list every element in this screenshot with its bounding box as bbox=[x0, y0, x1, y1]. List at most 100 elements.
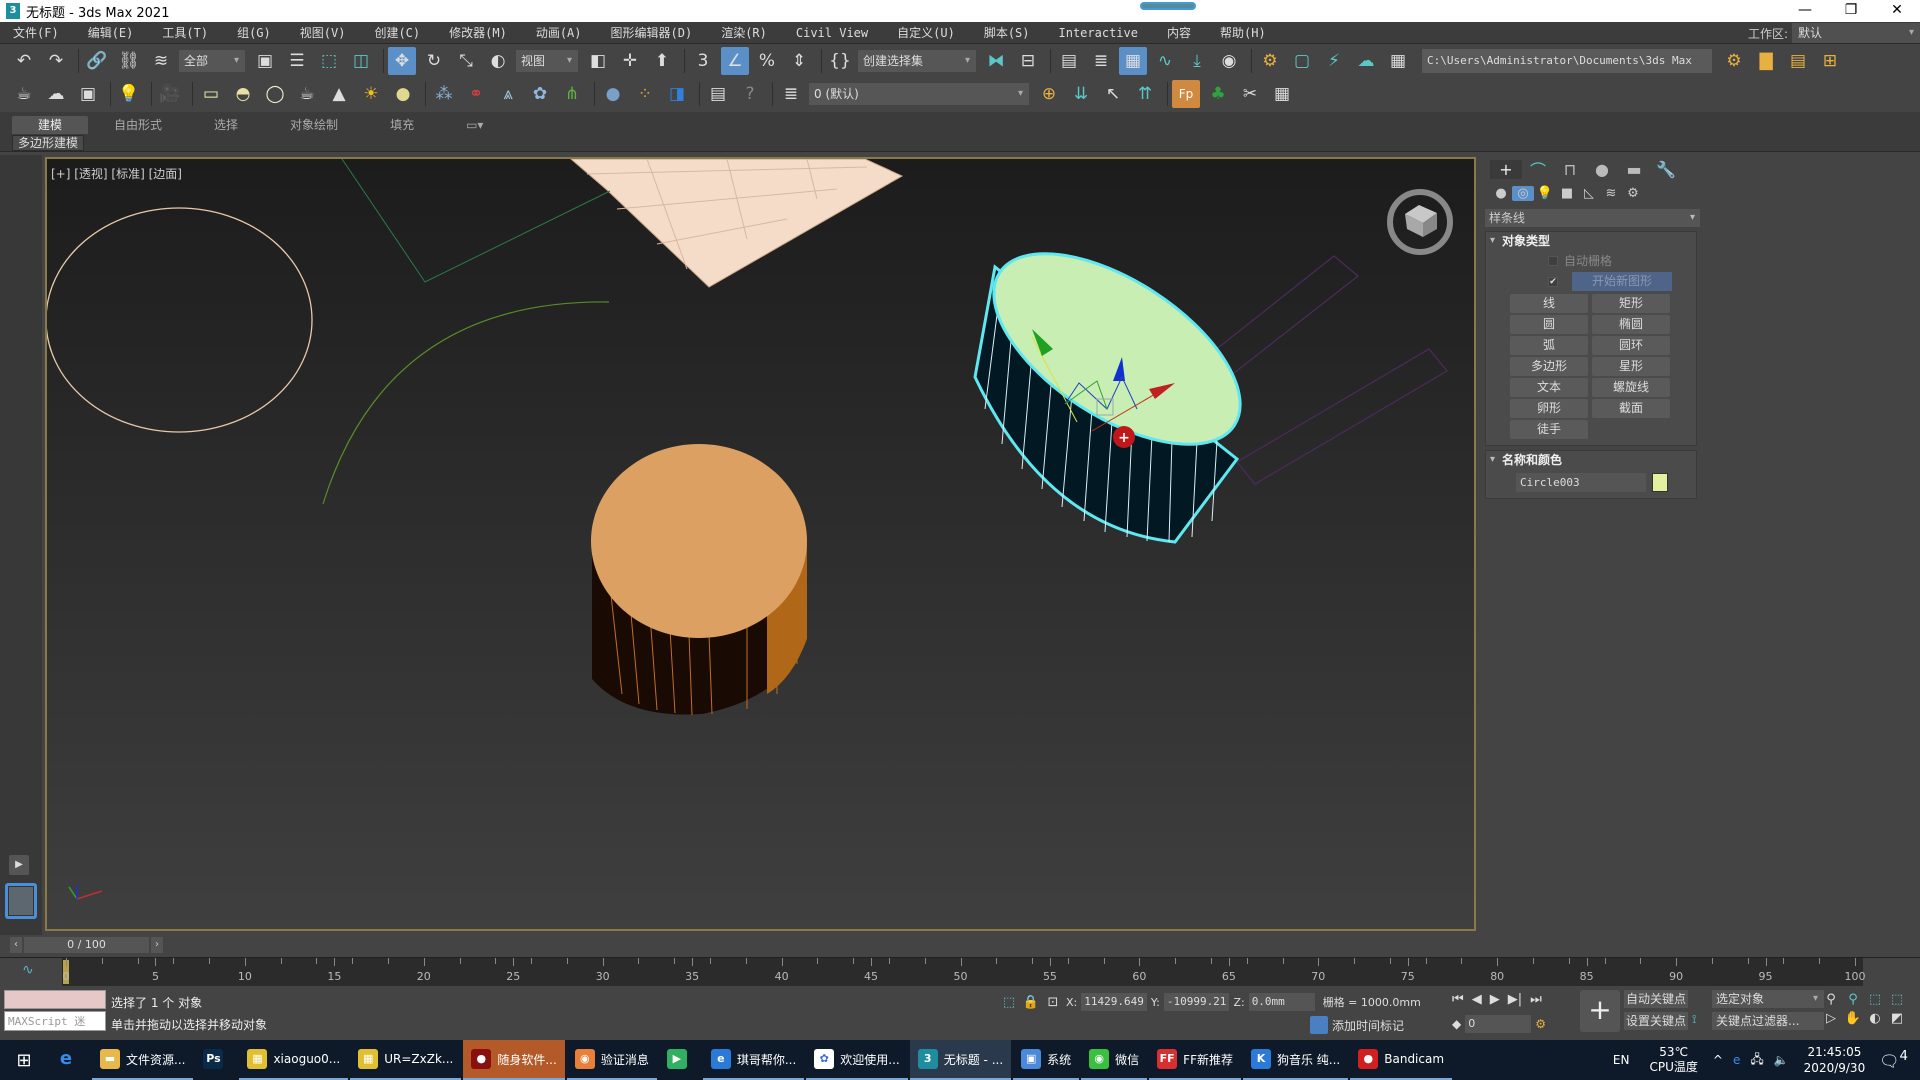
ribbon-options-dropdown[interactable]: ▭▾ bbox=[440, 116, 509, 134]
undo-icon[interactable]: ↶ bbox=[10, 47, 38, 75]
time-config-icon[interactable]: ⚙ bbox=[1535, 1017, 1546, 1031]
taskbar-item[interactable]: FF FF新推荐 bbox=[1149, 1040, 1241, 1080]
add-to-layer-icon[interactable]: ⇊ bbox=[1067, 80, 1095, 108]
help-icon[interactable]: ? bbox=[736, 80, 764, 108]
flower-icon[interactable]: ✿ bbox=[526, 80, 554, 108]
x-coordinate-field[interactable]: 11429.649 bbox=[1081, 993, 1147, 1011]
helix-button[interactable]: 螺旋线 bbox=[1592, 378, 1670, 397]
geometry-icon[interactable]: ● bbox=[1490, 186, 1512, 201]
selection-lock-icon[interactable]: 🔒 bbox=[1022, 995, 1040, 1010]
menu-tools[interactable]: 工具(T) bbox=[149, 24, 224, 41]
toggle-ribbon-icon[interactable]: ≣ bbox=[1087, 47, 1115, 75]
cone-icon[interactable]: ▲ bbox=[325, 80, 353, 108]
sphere-outline-icon[interactable]: ◯ bbox=[261, 80, 289, 108]
motion-tab-icon[interactable]: ● bbox=[1586, 160, 1618, 179]
taskbar-item[interactable]: ◉ 验证消息 bbox=[566, 1040, 657, 1080]
viewport-scene[interactable]: + bbox=[47, 159, 1476, 931]
layer-dropdown[interactable]: 0 (默认) bbox=[809, 82, 1029, 105]
redo-icon[interactable]: ↷ bbox=[42, 47, 70, 75]
add-time-tag[interactable]: 添加时间标记 bbox=[1310, 1016, 1404, 1034]
create-layer-icon[interactable]: ⊕ bbox=[1035, 80, 1063, 108]
expand-layouts-icon[interactable]: ▶ bbox=[9, 855, 29, 875]
particles-icon[interactable]: ⁂ bbox=[430, 80, 458, 108]
render-setup-icon[interactable]: ⚙ bbox=[1256, 47, 1284, 75]
menu-customize[interactable]: 自定义(U) bbox=[884, 24, 971, 41]
angle-snap-icon[interactable]: ∠ bbox=[721, 46, 749, 75]
absolute-mode-icon[interactable]: ⊡ bbox=[1044, 995, 1062, 1010]
bind-space-warp-icon[interactable]: ≋ bbox=[147, 47, 175, 75]
taskbar-item[interactable]: ▦ xiaoguo0... bbox=[239, 1040, 349, 1080]
menu-scripting[interactable]: 脚本(S) bbox=[971, 24, 1046, 41]
viewport-label[interactable]: [+] [透视] [标准] [边面] bbox=[51, 165, 182, 182]
reference-coordinate-dropdown[interactable]: 视图 bbox=[516, 49, 578, 72]
section-button[interactable]: 截面 bbox=[1592, 399, 1670, 418]
align-icon[interactable]: ⊟ bbox=[1014, 47, 1042, 75]
next-frame-icon[interactable]: ▶| bbox=[1508, 992, 1522, 1007]
menu-views[interactable]: 视图(V) bbox=[287, 24, 362, 41]
select-and-rotate-icon[interactable]: ↻ bbox=[420, 47, 448, 75]
circle-button[interactable]: 圆 bbox=[1510, 315, 1588, 334]
sphere-blue-icon[interactable]: ● bbox=[599, 80, 627, 108]
key-filter-icon[interactable]: ⟟ bbox=[1692, 1012, 1708, 1030]
pivot-center-icon[interactable]: ◧ bbox=[584, 47, 612, 75]
tab-selection[interactable]: 选择 bbox=[188, 116, 264, 134]
a360-gallery-icon[interactable]: ▦ bbox=[1384, 47, 1412, 75]
play-icon[interactable]: ▶ bbox=[1490, 992, 1500, 1007]
arc-button[interactable]: 弧 bbox=[1510, 336, 1588, 355]
polygon-modeling-button[interactable]: 多边形建模 bbox=[12, 135, 85, 151]
curve-editor-icon[interactable]: ∿ bbox=[1151, 47, 1179, 75]
unlink-icon[interactable]: ⛓ bbox=[115, 47, 143, 75]
menu-group[interactable]: 组(G) bbox=[224, 24, 287, 41]
menu-content[interactable]: 内容 bbox=[1154, 24, 1207, 41]
layers-icon[interactable]: ≣ bbox=[777, 80, 805, 108]
taskbar-item[interactable]: K 狗音乐 纯... bbox=[1242, 1040, 1349, 1080]
layer-manager-icon[interactable]: ▤ bbox=[704, 80, 732, 108]
render-production-icon[interactable]: ⚡ bbox=[1320, 47, 1348, 75]
y-coordinate-field[interactable]: -10999.21 bbox=[1163, 993, 1230, 1011]
tab-freeform[interactable]: 自由形式 bbox=[88, 116, 188, 134]
taskbar-item[interactable]: 3 无标题 - ... bbox=[909, 1040, 1012, 1080]
shapes-icon[interactable]: ◎ bbox=[1512, 185, 1534, 201]
viewport-layout-thumbnail[interactable] bbox=[5, 883, 37, 919]
prev-frame-arrow-icon[interactable]: ‹ bbox=[10, 937, 22, 953]
set-current-layer-icon[interactable]: ⇈ bbox=[1131, 80, 1159, 108]
material-editor-icon[interactable]: ◉ bbox=[1215, 47, 1243, 75]
utilities-tab-icon[interactable]: 🔧 bbox=[1650, 160, 1682, 179]
zoom-extents-icon[interactable]: ⬚ bbox=[1864, 992, 1886, 1007]
rendered-frame-window-icon[interactable]: ▢ bbox=[1288, 47, 1316, 75]
object-name-input[interactable]: Circle003 bbox=[1516, 473, 1646, 492]
next-frame-arrow-icon[interactable]: › bbox=[151, 937, 163, 953]
taskbar-item[interactable]: ▬ 文件资源... bbox=[92, 1040, 194, 1080]
forest-plugin-icon[interactable]: ♣ bbox=[1204, 80, 1232, 108]
close-icon[interactable]: ✕ bbox=[1874, 0, 1920, 22]
menu-edit[interactable]: 编辑(E) bbox=[75, 24, 150, 41]
project-tree-icon[interactable]: ⊞ bbox=[1816, 47, 1844, 75]
key-filters-button[interactable]: 关键点过滤器... bbox=[1712, 1012, 1824, 1030]
isolate-selection-icon[interactable]: ⬚ bbox=[1000, 995, 1018, 1010]
time-slider[interactable]: ‹ 0 / 100 › bbox=[10, 937, 165, 953]
select-object-icon[interactable]: ▣ bbox=[251, 47, 279, 75]
shape-category-dropdown[interactable]: 样条线 bbox=[1485, 209, 1700, 227]
menu-graph-editors[interactable]: 图形编辑器(D) bbox=[598, 24, 709, 41]
tab-populate[interactable]: 填充 bbox=[364, 116, 440, 134]
systems-icon[interactable]: ⚙ bbox=[1622, 186, 1644, 201]
perspective-viewport[interactable]: + [+] [透视] [标准] [边面] bbox=[45, 157, 1476, 931]
field-of-view-icon[interactable]: ▷ bbox=[1820, 1011, 1842, 1026]
camera-icon[interactable]: 🎥 bbox=[156, 80, 184, 108]
modify-tab-icon[interactable]: ⌒ bbox=[1522, 157, 1554, 181]
percent-snap-icon[interactable]: % bbox=[753, 47, 781, 75]
start-new-shape-button[interactable]: 开始新图形 bbox=[1572, 272, 1672, 291]
volume-icon[interactable]: 🔈 bbox=[1774, 1053, 1789, 1067]
zoom-icon[interactable]: ⚲ bbox=[1820, 992, 1842, 1007]
fp-plugin-icon[interactable]: Fp bbox=[1172, 79, 1200, 108]
auto-key-button[interactable]: 自动关键点 bbox=[1624, 990, 1688, 1008]
donut-button[interactable]: 圆环 bbox=[1592, 336, 1670, 355]
workspace-dropdown[interactable]: 默认 bbox=[1792, 23, 1920, 43]
project-settings-icon[interactable]: ⚙ bbox=[1720, 47, 1748, 75]
frame-ruler[interactable]: 0 5 10 15 20 25 30 35 40 45 50 55 60 65 70 75 80 85 90 95 10… bbox=[62, 958, 1866, 986]
mirror-icon[interactable]: ⧓ bbox=[982, 47, 1010, 75]
ngon-button[interactable]: 多边形 bbox=[1510, 357, 1588, 376]
taskbar-item[interactable]: ● 随身软件... bbox=[463, 1040, 565, 1080]
taskbar-item[interactable]: ▦ UR=ZxZk... bbox=[350, 1040, 462, 1080]
set-key-button[interactable]: 设置关键点 bbox=[1624, 1012, 1688, 1030]
